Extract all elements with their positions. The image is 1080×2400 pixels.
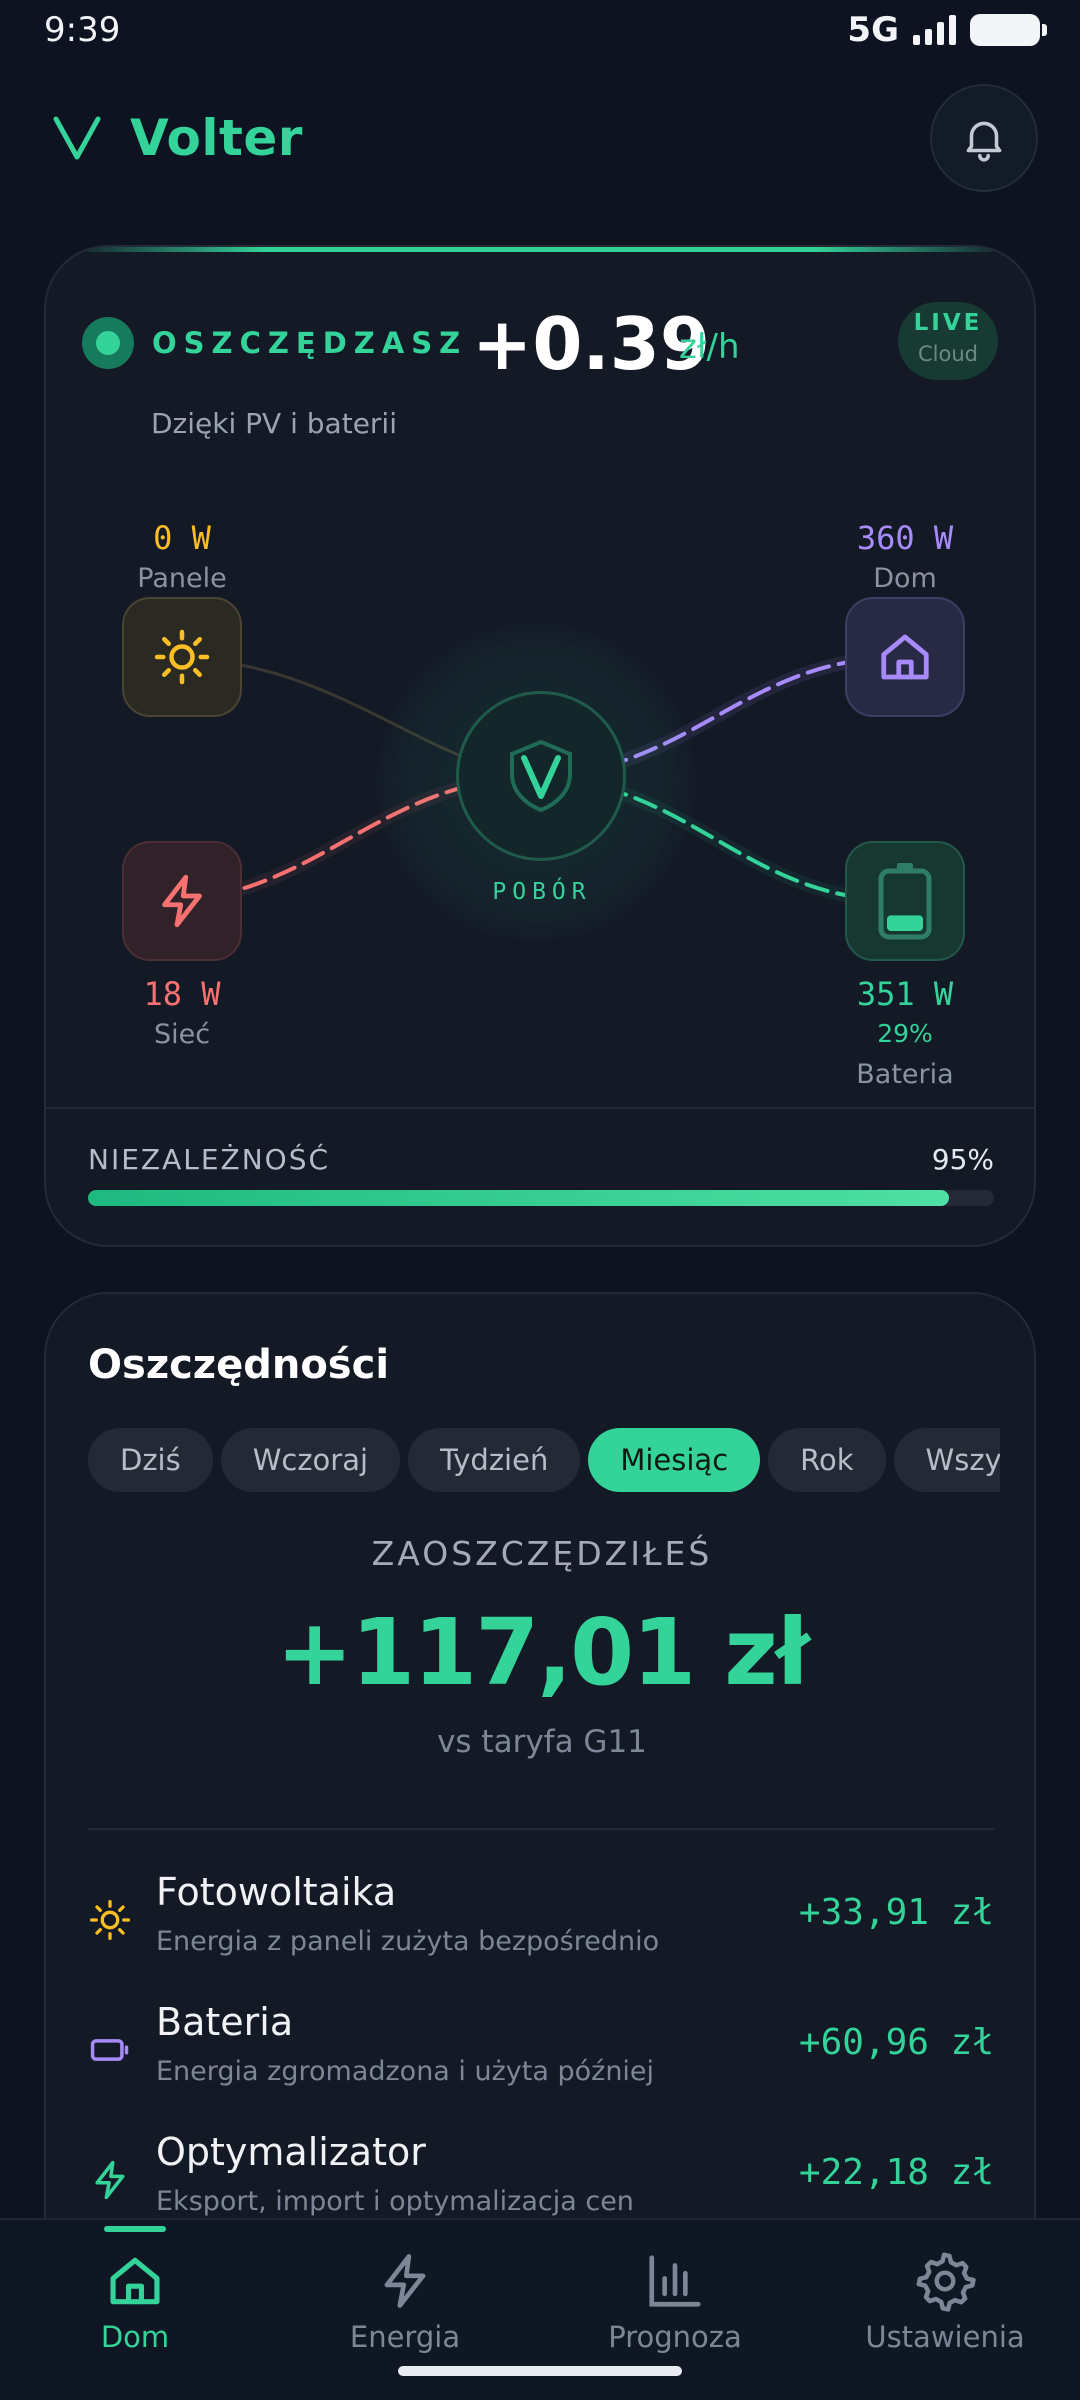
list-divider	[88, 1828, 994, 1830]
grid-power: 18 W	[143, 975, 221, 1013]
card-divider	[46, 1107, 1034, 1109]
home-label: Dom	[873, 563, 937, 594]
nav-label: Prognoza	[608, 2320, 742, 2354]
bell-icon	[966, 121, 1002, 162]
status-time: 9:39	[44, 10, 121, 50]
nav-label: Energia	[349, 2320, 461, 2354]
battery-label: Bateria	[856, 1059, 954, 1090]
savings-row-value: +33,91 zł	[798, 1892, 994, 1933]
home-power: 360 W	[856, 519, 954, 557]
lightning-icon	[370, 2246, 440, 2316]
savings-row-pv[interactable]: Fotowoltaika Energia z paneli zużyta bez…	[88, 1870, 994, 1970]
total-savings-value: +117,01 zł	[276, 1599, 810, 1706]
lightning-icon	[88, 2158, 132, 2202]
home-icon	[100, 2246, 170, 2316]
period-tab-1[interactable]: Wczoraj	[220, 1428, 401, 1492]
hub-node[interactable]	[456, 691, 626, 861]
savings-row-desc: Eksport, import i optymalizacja cen	[156, 2186, 634, 2217]
status-indicators: 5G	[847, 10, 1047, 50]
energy-flow-card: OSZCZĘDZASZ +0.39 zł/h LIVE Cloud Dzięki…	[44, 245, 1036, 1247]
independence-label: NIEZALEŻNOŚĆ	[88, 1143, 331, 1176]
battery-percent: 29%	[877, 1019, 933, 1048]
nav-item-settings[interactable]: Ustawienia	[810, 2220, 1080, 2370]
savings-row-title: Bateria	[156, 2000, 294, 2044]
status-battery-icon	[970, 14, 1047, 46]
period-tab-4[interactable]: Rok	[768, 1428, 886, 1492]
independence-progress-track	[88, 1190, 994, 1206]
savings-row-value: +22,18 zł	[798, 2152, 994, 2193]
savings-row-desc: Energia zgromadzona i użyta później	[156, 2056, 655, 2087]
period-tab-5[interactable]: Wszystko	[893, 1428, 1000, 1492]
savings-card-title: Oszczędności	[88, 1342, 390, 1388]
volter-shield-icon	[510, 739, 572, 813]
house-icon	[881, 634, 929, 680]
battery-power: 351 W	[856, 975, 954, 1013]
home-gesture-bar[interactable]	[398, 2366, 682, 2376]
app-header: Volter	[0, 80, 1080, 195]
savings-row-battery[interactable]: Bateria Energia zgromadzona i użyta późn…	[88, 2000, 994, 2100]
battery-icon	[88, 2028, 132, 2072]
network-type: 5G	[847, 10, 899, 50]
panels-node[interactable]	[122, 597, 242, 717]
sun-icon	[88, 1898, 132, 1942]
signal-icon	[913, 15, 956, 45]
nav-item-forecast[interactable]: Prognoza	[540, 2220, 810, 2370]
independence-progress-fill	[88, 1190, 949, 1206]
panels-label: Panele	[137, 563, 227, 594]
period-tabs: DziśWczorajTydzieńMiesiącRokWszystko	[88, 1428, 1000, 1494]
savings-row-title: Optymalizator	[156, 2130, 426, 2174]
independence-value: 95%	[931, 1143, 994, 1176]
panels-power: 0 W	[153, 519, 211, 557]
gear-icon	[910, 2246, 980, 2316]
home-node[interactable]	[845, 597, 965, 717]
savings-row-optimizer[interactable]: Optymalizator Eksport, import i optymali…	[88, 2130, 994, 2230]
nav-label: Ustawienia	[865, 2320, 1025, 2354]
hub-mode-label: POBÓR	[492, 879, 592, 905]
notifications-button[interactable]	[930, 83, 1038, 192]
app-title: Volter	[130, 108, 303, 167]
bar-chart-icon	[640, 2246, 710, 2316]
total-savings-comparison: vs taryfa G11	[437, 1724, 647, 1760]
period-tab-0[interactable]: Dziś	[88, 1428, 213, 1492]
savings-row-value: +60,96 zł	[798, 2022, 994, 2063]
sun-icon	[154, 629, 210, 685]
grid-label: Sieć	[153, 1019, 211, 1050]
total-savings-label: ZAOSZCZĘDZIŁEŚ	[371, 1534, 713, 1573]
nav-label: Dom	[100, 2320, 170, 2354]
period-tab-3[interactable]: Miesiąc	[588, 1428, 761, 1492]
energy-flow-diagram: 0 W Panele 360 W Dom 18 W Sieć 351 W 29%…	[46, 247, 1034, 1107]
status-bar: 9:39 5G	[0, 0, 1080, 60]
savings-row-title: Fotowoltaika	[156, 1870, 397, 1914]
nav-active-indicator	[104, 2226, 166, 2232]
brand: Volter	[52, 109, 303, 167]
savings-row-desc: Energia z paneli zużyta bezpośrednio	[156, 1926, 660, 1957]
period-tab-2[interactable]: Tydzień	[408, 1428, 581, 1492]
nav-item-home[interactable]: Dom	[0, 2220, 270, 2370]
nav-item-energy[interactable]: Energia	[270, 2220, 540, 2370]
volter-v-logo-icon	[53, 116, 101, 159]
